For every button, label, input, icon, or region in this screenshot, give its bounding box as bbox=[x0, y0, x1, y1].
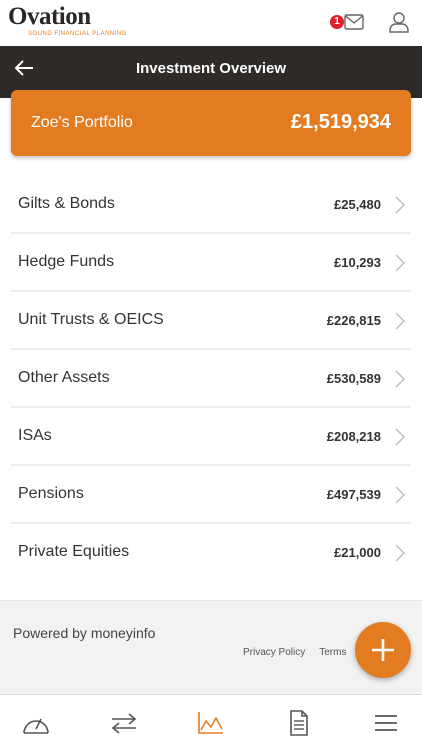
page-title: Investment Overview bbox=[135, 60, 287, 77]
investment-row-other-assets[interactable]: Other Assets £530,589 bbox=[11, 350, 411, 408]
investment-row-gilts-bonds[interactable]: Gilts & Bonds £25,480 bbox=[11, 176, 411, 234]
investment-row-private-equities[interactable]: Private Equities £21,000 bbox=[11, 524, 411, 582]
transfer-arrows-icon bbox=[111, 713, 137, 734]
user-icon bbox=[389, 12, 409, 33]
top-bar: Ovation SOUND FINANCIAL PLANNING 1 bbox=[0, 0, 422, 46]
investment-row-pensions[interactable]: Pensions £497,539 bbox=[11, 466, 411, 524]
portfolio-total: £1,519,934 bbox=[290, 111, 391, 133]
investment-label: ISAs bbox=[18, 427, 52, 444]
plus-icon bbox=[372, 639, 394, 661]
investment-label: Other Assets bbox=[18, 369, 110, 386]
bottom-tab-bar bbox=[0, 694, 422, 750]
tab-menu[interactable] bbox=[371, 709, 401, 737]
chevron-right-icon bbox=[395, 196, 405, 214]
investment-label: Pensions bbox=[18, 485, 84, 502]
chevron-right-icon bbox=[395, 544, 405, 562]
investment-value: £497,539 bbox=[326, 487, 381, 502]
tab-investments[interactable] bbox=[196, 709, 226, 737]
profile-button[interactable] bbox=[388, 11, 410, 38]
powered-by-text: Powered by moneyinfo bbox=[13, 625, 156, 641]
tab-transfers[interactable] bbox=[109, 709, 139, 737]
chevron-right-icon bbox=[395, 370, 405, 388]
tab-dashboard[interactable] bbox=[21, 709, 51, 737]
investment-value: £226,815 bbox=[326, 313, 381, 328]
investment-row-unit-trusts[interactable]: Unit Trusts & OEICS £226,815 bbox=[11, 292, 411, 350]
investment-label: Unit Trusts & OEICS bbox=[18, 311, 164, 328]
portfolio-card[interactable]: Zoe's Portfolio £1,519,934 bbox=[11, 90, 411, 156]
portfolio-name: Zoe's Portfolio bbox=[31, 114, 133, 131]
investment-list: Gilts & Bonds £25,480 Hedge Funds £10,29… bbox=[11, 176, 411, 582]
notification-badge: 1 bbox=[330, 15, 344, 29]
investment-value: £25,480 bbox=[334, 197, 381, 212]
dashboard-gauge-icon bbox=[23, 718, 49, 734]
chevron-right-icon bbox=[395, 312, 405, 330]
menu-icon bbox=[375, 715, 397, 731]
investment-label: Hedge Funds bbox=[18, 253, 115, 270]
investments-chart-icon bbox=[198, 712, 223, 734]
chevron-right-icon bbox=[395, 486, 405, 504]
chevron-right-icon bbox=[395, 254, 405, 272]
add-button[interactable] bbox=[355, 622, 411, 678]
investment-value: £208,218 bbox=[326, 429, 381, 444]
messages-button[interactable]: 1 bbox=[330, 12, 366, 36]
mail-icon bbox=[344, 14, 364, 30]
privacy-policy-link[interactable]: Privacy Policy bbox=[243, 647, 305, 658]
investment-row-hedge-funds[interactable]: Hedge Funds £10,293 bbox=[11, 234, 411, 292]
investment-value: £21,000 bbox=[334, 545, 381, 560]
documents-icon bbox=[290, 710, 308, 736]
investment-row-isas[interactable]: ISAs £208,218 bbox=[11, 408, 411, 466]
investment-label: Gilts & Bonds bbox=[18, 195, 115, 212]
tab-documents[interactable] bbox=[284, 709, 314, 737]
chevron-right-icon bbox=[395, 428, 405, 446]
investment-value: £530,589 bbox=[326, 371, 381, 386]
logo-wordmark: Ovation bbox=[8, 3, 91, 30]
logo-tagline: SOUND FINANCIAL PLANNING bbox=[28, 31, 127, 37]
ovation-logo[interactable]: Ovation SOUND FINANCIAL PLANNING bbox=[8, 3, 127, 38]
investment-value: £10,293 bbox=[334, 255, 381, 270]
terms-link[interactable]: Terms bbox=[319, 647, 346, 658]
investment-label: Private Equities bbox=[18, 543, 130, 560]
